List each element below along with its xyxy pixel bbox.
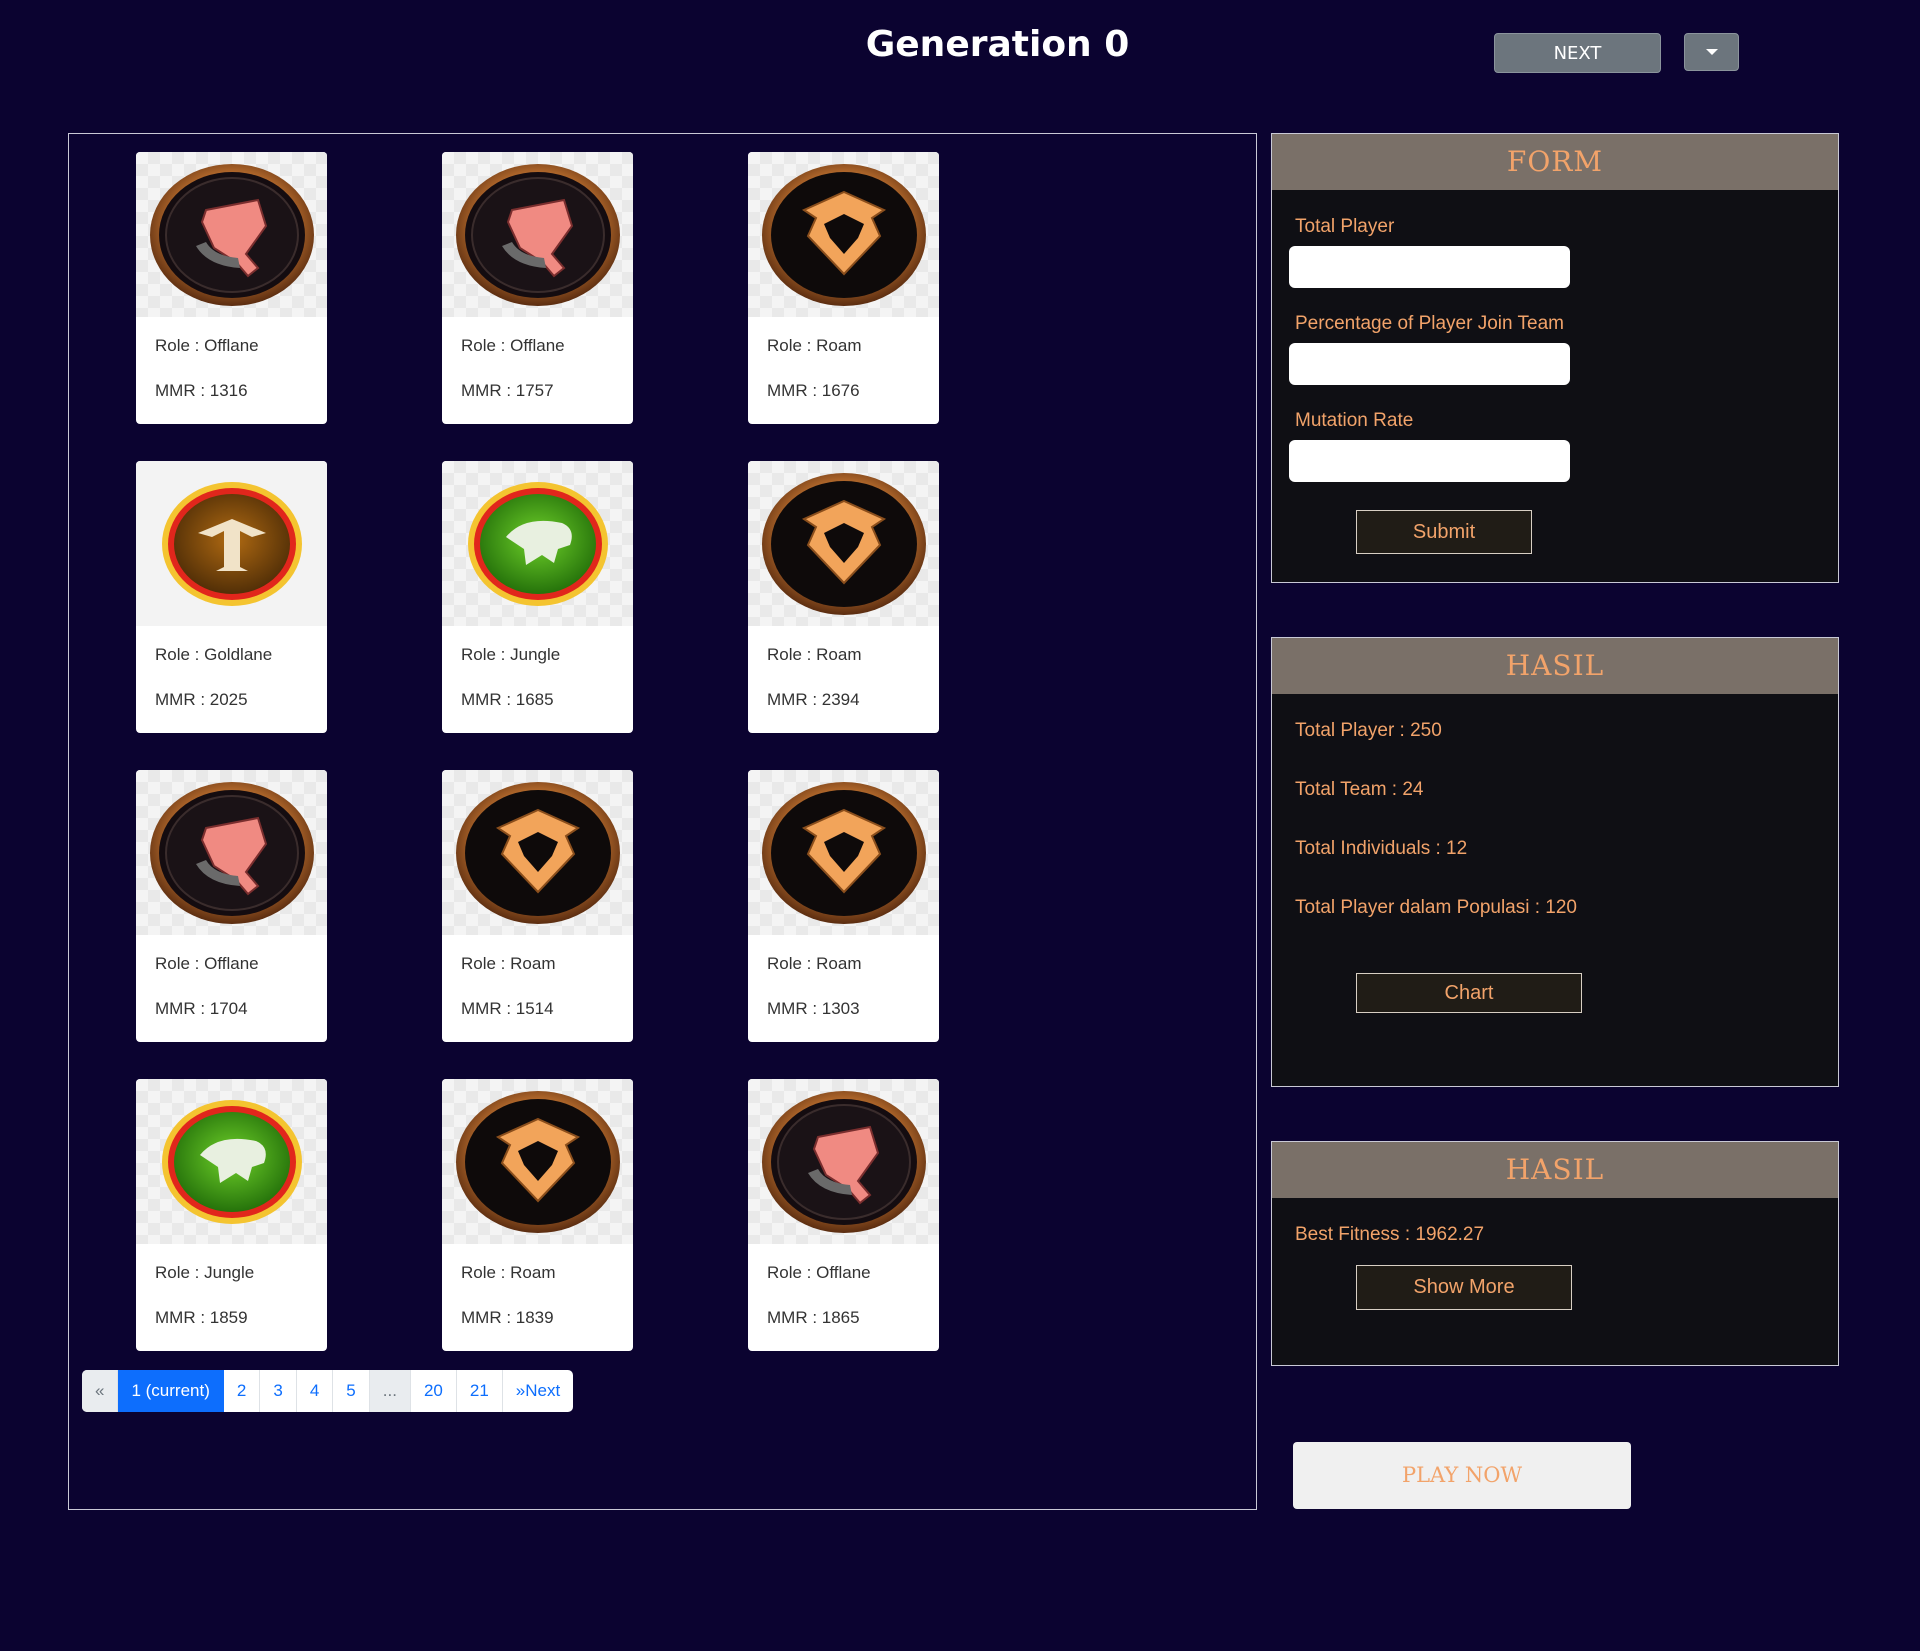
total-player-input[interactable] (1289, 246, 1570, 288)
card-mmr: MMR : 1859 (155, 1308, 248, 1327)
offlane-role-icon (136, 152, 327, 317)
offlane-role-icon (748, 1079, 939, 1244)
individual-card: Role : Jungle MMR : 1685 (442, 461, 633, 733)
pagination-ellipsis: ... (369, 1370, 411, 1412)
card-mmr: MMR : 1685 (461, 690, 554, 709)
goldlane-role-icon (136, 461, 327, 626)
pagination-page[interactable]: 20 (411, 1370, 457, 1412)
show-more-button[interactable]: Show More (1356, 1265, 1572, 1310)
caret-down-icon (1705, 49, 1718, 55)
card-mmr: MMR : 2025 (155, 690, 248, 709)
mutation-rate-input[interactable] (1289, 440, 1570, 482)
individual-card: Role : Offlane MMR : 1704 (136, 770, 327, 1042)
individual-card: Role : Roam MMR : 1839 (442, 1079, 633, 1351)
card-role: Role : Roam (461, 1263, 556, 1282)
pagination-page[interactable]: 5 (333, 1370, 370, 1412)
fitness-panel-title: HASIL (1272, 1142, 1838, 1198)
pagination-prev[interactable]: « (82, 1370, 119, 1412)
pagination-next[interactable]: »Next (503, 1370, 573, 1412)
card-role: Role : Offlane (767, 1263, 871, 1282)
card-mmr: MMR : 1839 (461, 1308, 554, 1327)
next-button[interactable]: NEXT (1494, 33, 1661, 73)
card-mmr: MMR : 1704 (155, 999, 248, 1018)
card-role: Role : Offlane (155, 336, 259, 355)
individual-card: Role : Roam MMR : 1514 (442, 770, 633, 1042)
pagination: «1 (current) 2 3 4 5... 20 21 »Next (82, 1370, 574, 1412)
roam-role-icon (748, 152, 939, 317)
pagination-page[interactable]: 3 (260, 1370, 297, 1412)
fitness-panel: HASIL Best Fitness : 1962.27 Show More (1271, 1141, 1839, 1366)
card-mmr: MMR : 1865 (767, 1308, 860, 1327)
individual-card: Role : Roam MMR : 1303 (748, 770, 939, 1042)
pagination-page[interactable]: 21 (457, 1370, 503, 1412)
individuals-grid-panel: Role : Offlane MMR : 1316 Role : Offlane MM… (68, 133, 1257, 1510)
roam-role-icon (442, 770, 633, 935)
total-populasi-result: Total Player dalam Populasi : 120 (1295, 897, 1577, 918)
card-role: Role : Roam (767, 336, 862, 355)
card-mmr: MMR : 1316 (155, 381, 248, 400)
pagination-page[interactable]: 2 (224, 1370, 261, 1412)
form-panel-title: FORM (1272, 134, 1838, 190)
mutation-rate-label: Mutation Rate (1295, 410, 1414, 431)
dropdown-toggle-button[interactable] (1684, 33, 1739, 71)
pagination-page-current[interactable]: 1 (current) (118, 1370, 224, 1412)
card-role: Role : Roam (767, 645, 862, 664)
individual-card: Role : Jungle MMR : 1859 (136, 1079, 327, 1351)
jungle-role-icon (442, 461, 633, 626)
card-mmr: MMR : 1757 (461, 381, 554, 400)
individual-card: Role : Offlane MMR : 1757 (442, 152, 633, 424)
individual-card: Role : Offlane MMR : 1316 (136, 152, 327, 424)
card-mmr: MMR : 2394 (767, 690, 860, 709)
jungle-role-icon (136, 1079, 327, 1244)
individual-card: Role : Roam MMR : 2394 (748, 461, 939, 733)
best-fitness-result: Best Fitness : 1962.27 (1295, 1224, 1485, 1245)
percentage-join-team-label: Percentage of Player Join Team (1295, 313, 1564, 334)
pagination-page[interactable]: 4 (297, 1370, 334, 1412)
percentage-join-team-input[interactable] (1289, 343, 1570, 385)
card-role: Role : Offlane (461, 336, 565, 355)
total-team-result: Total Team : 24 (1295, 779, 1424, 800)
card-mmr: MMR : 1514 (461, 999, 554, 1018)
results-panel: HASIL Total Player : 250 Total Team : 24… (1271, 637, 1839, 1087)
form-panel: FORM Total Player Percentage of Player J… (1271, 133, 1839, 583)
individual-card: Role : Offlane MMR : 1865 (748, 1079, 939, 1351)
card-mmr: MMR : 1676 (767, 381, 860, 400)
card-role: Role : Roam (461, 954, 556, 973)
roam-role-icon (748, 461, 939, 626)
chart-button[interactable]: Chart (1356, 973, 1582, 1013)
card-role: Role : Jungle (155, 1263, 255, 1282)
card-role: Role : Jungle (461, 645, 561, 664)
individual-card: Role : Goldlane MMR : 2025 (136, 461, 327, 733)
results-panel-title: HASIL (1272, 638, 1838, 694)
total-player-result: Total Player : 250 (1295, 720, 1442, 741)
total-player-label: Total Player (1295, 216, 1395, 237)
card-role: Role : Offlane (155, 954, 259, 973)
offlane-role-icon (442, 152, 633, 317)
submit-button[interactable]: Submit (1356, 510, 1532, 554)
roam-role-icon (442, 1079, 633, 1244)
card-role: Role : Goldlane (155, 645, 273, 664)
roam-role-icon (748, 770, 939, 935)
card-mmr: MMR : 1303 (767, 999, 860, 1018)
page-title: Generation 0 (865, 24, 1130, 65)
card-role: Role : Roam (767, 954, 862, 973)
total-individuals-result: Total Individuals : 12 (1295, 838, 1468, 859)
play-now-button[interactable]: PLAY NOW (1293, 1442, 1631, 1509)
offlane-role-icon (136, 770, 327, 935)
individual-card: Role : Roam MMR : 1676 (748, 152, 939, 424)
